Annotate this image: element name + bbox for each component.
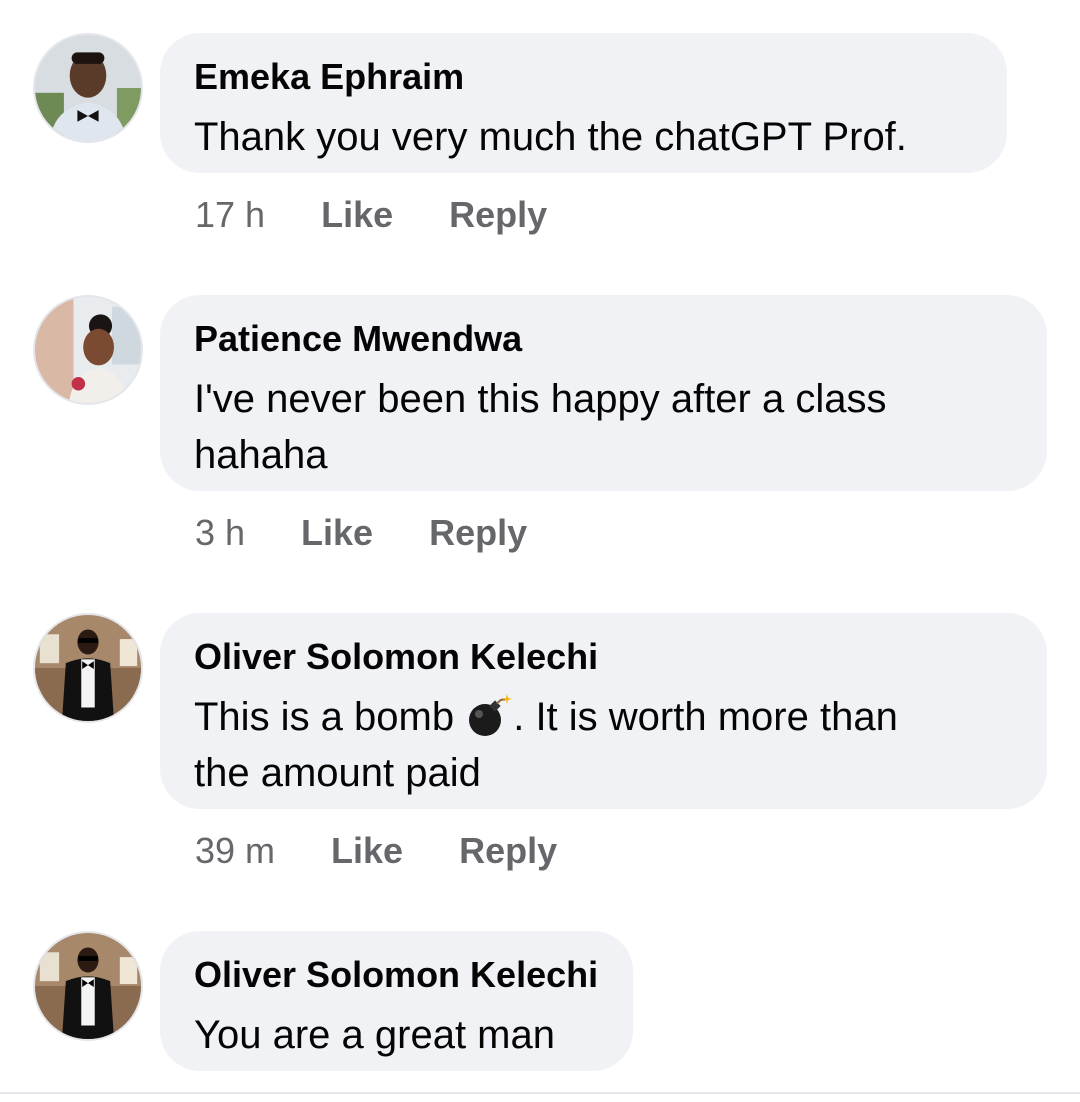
comment-bubble: Emeka Ephraim Thank you very much the ch… (160, 33, 1007, 173)
comment-text-line-1: I've never been this happy after a class (194, 377, 887, 421)
like-button[interactable]: Like (301, 511, 373, 555)
comment-text-line-2: hahaha (194, 433, 328, 477)
comment-timestamp[interactable]: 17 h (195, 193, 265, 237)
like-button[interactable]: Like (331, 829, 403, 873)
comment-author[interactable]: Emeka Ephraim (194, 55, 973, 99)
comment-text: You are a great man (194, 1013, 555, 1057)
comment-timestamp[interactable]: 3 h (195, 511, 245, 555)
comment-author[interactable]: Patience Mwendwa (194, 317, 1013, 361)
comment-actions: 17 h Like Reply (195, 193, 547, 237)
comment-timestamp[interactable]: 39 m (195, 829, 275, 873)
avatar-patience[interactable] (33, 295, 143, 405)
avatar-oliver[interactable] (33, 931, 143, 1041)
like-button[interactable]: Like (321, 193, 393, 237)
comment-text-after-icon: . It is worth more than (513, 695, 898, 739)
avatar-oliver-image (35, 933, 141, 1039)
avatar-oliver[interactable] (33, 613, 143, 723)
comment-text: Thank you very much the chatGPT Prof. (194, 115, 907, 159)
comment-actions: 3 h Like Reply (195, 511, 527, 555)
avatar-emeka-image (35, 35, 141, 141)
reply-button[interactable]: Reply (449, 193, 547, 237)
avatar-patience-image (35, 297, 141, 403)
reply-button[interactable]: Reply (429, 511, 527, 555)
comment-actions: 39 m Like Reply (195, 829, 557, 873)
reply-button[interactable]: Reply (459, 829, 557, 873)
comment-bubble: Patience Mwendwa I've never been this ha… (160, 295, 1047, 491)
comment-author[interactable]: Oliver Solomon Kelechi (194, 953, 599, 997)
divider (0, 1092, 1080, 1094)
comment-text-line-1: This is a bomb . It is worth more than (194, 689, 1013, 745)
comment-text-before-icon: This is a bomb (194, 695, 466, 739)
comment-bubble: Oliver Solomon Kelechi This is a bomb . … (160, 613, 1047, 809)
bomb-icon (465, 694, 513, 738)
comment-author[interactable]: Oliver Solomon Kelechi (194, 635, 1013, 679)
comment-text-line-2: the amount paid (194, 751, 481, 795)
avatar-emeka[interactable] (33, 33, 143, 143)
avatar-oliver-image (35, 615, 141, 721)
comment-bubble: Oliver Solomon Kelechi You are a great m… (160, 931, 633, 1071)
